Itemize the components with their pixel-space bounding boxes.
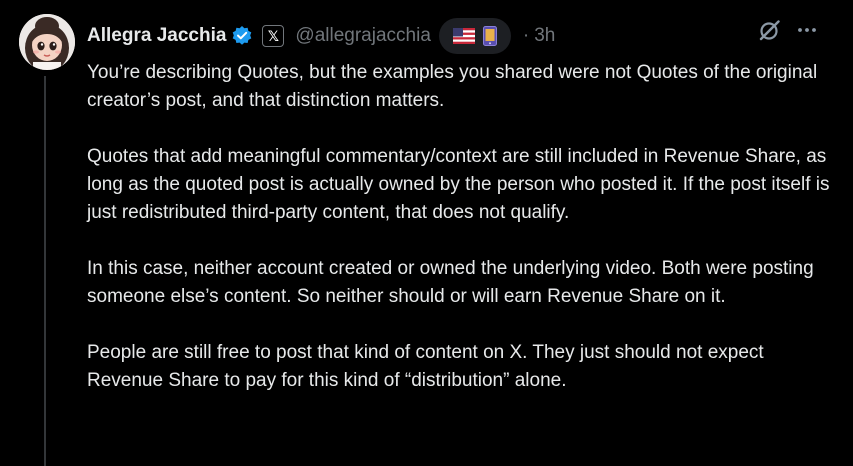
- post-body: You’re describing Quotes, but the exampl…: [87, 59, 832, 423]
- post-paragraph: You’re describing Quotes, but the exampl…: [87, 62, 818, 111]
- us-flag-icon: [452, 28, 475, 44]
- avatar[interactable]: [19, 14, 75, 70]
- mobile-phone-icon: [482, 26, 497, 46]
- post-paragraph: Quotes that add meaningful commentary/co…: [87, 146, 830, 223]
- thread-line: [44, 76, 46, 466]
- post-timestamp[interactable]: 3h: [534, 25, 555, 47]
- author-handle[interactable]: @allegrajacchia: [295, 25, 430, 47]
- more-icon[interactable]: [795, 18, 819, 42]
- post-paragraph: People are still free to post that kind …: [87, 342, 764, 391]
- author-name[interactable]: Allegra Jacchia: [87, 25, 226, 47]
- avatar-illustration: [19, 14, 75, 70]
- x-logo-icon[interactable]: 𝕏: [262, 25, 285, 47]
- emoji-badge: [438, 18, 511, 54]
- grok-icon[interactable]: [758, 18, 782, 42]
- post-header: Allegra Jacchia 𝕏 @allegrajacchia · 3h: [87, 14, 555, 58]
- verified-badge-icon[interactable]: [231, 25, 253, 47]
- post-paragraph: In this case, neither account created or…: [87, 258, 814, 307]
- time-separator: ·: [522, 25, 530, 46]
